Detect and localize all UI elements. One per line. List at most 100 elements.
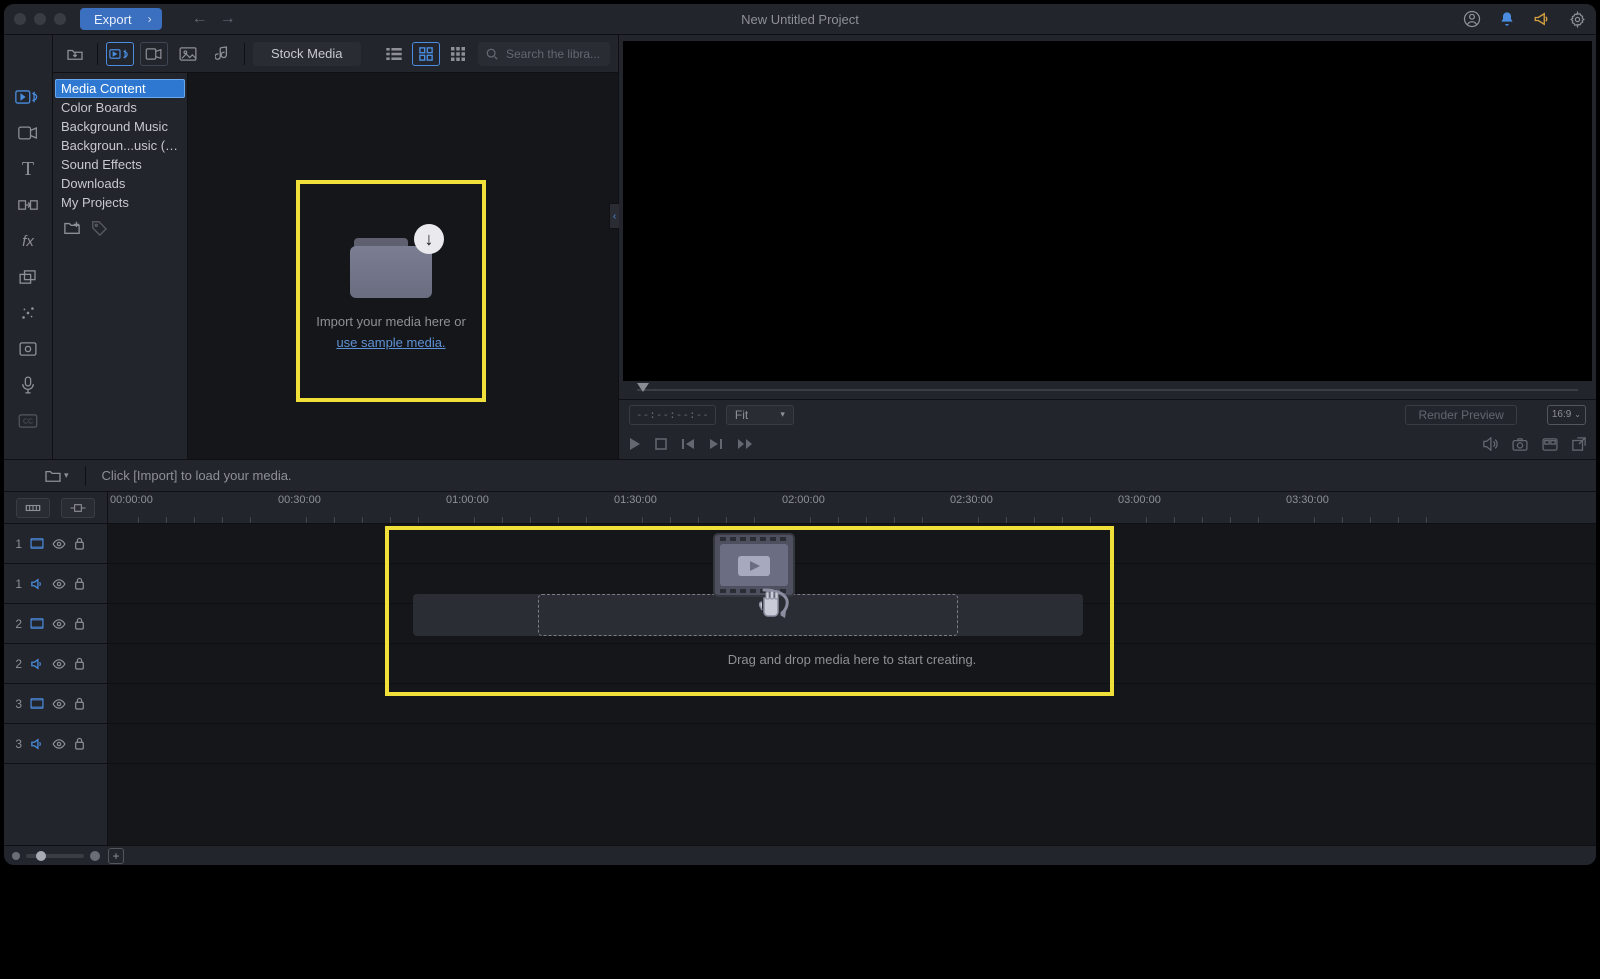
rail-media-icon[interactable]: [13, 85, 43, 109]
ruler-tick: 03:30:00: [1286, 494, 1329, 506]
export-label: Export: [94, 12, 132, 27]
eye-icon[interactable]: [52, 539, 66, 549]
timeline-canvas[interactable]: 00:00:0000:30:0001:00:0001:30:0002:00:00…: [108, 492, 1596, 845]
lock-icon[interactable]: [74, 657, 85, 670]
gallery-icon[interactable]: [1542, 438, 1558, 451]
rail-title-icon[interactable]: T: [13, 157, 43, 181]
library-toolbar: Stock Media: [53, 35, 618, 73]
stock-media-button[interactable]: Stock Media: [253, 42, 361, 66]
rail-cc-icon[interactable]: CC: [13, 409, 43, 433]
rail-fx-icon[interactable]: fx: [13, 229, 43, 253]
track-row[interactable]: [108, 684, 1596, 724]
volume-icon[interactable]: [1482, 437, 1498, 451]
search-input[interactable]: [504, 46, 602, 62]
play-icon[interactable]: [629, 437, 641, 451]
eye-icon[interactable]: [52, 579, 66, 589]
filter-video-icon[interactable]: [140, 42, 168, 66]
render-preview-button[interactable]: Render Preview: [1405, 405, 1516, 425]
film-drag-icon: [708, 532, 818, 622]
window-controls[interactable]: [14, 13, 66, 25]
track-header[interactable]: 2: [4, 604, 107, 644]
timecode-display[interactable]: --:--:--:--: [629, 405, 716, 425]
tree-item[interactable]: Background Music: [55, 117, 185, 136]
svg-text:CC: CC: [23, 419, 33, 426]
filter-audio-icon[interactable]: [208, 42, 236, 66]
track-mode-b-icon[interactable]: [61, 498, 95, 518]
tree-item[interactable]: Media Content: [55, 79, 185, 98]
tag-icon[interactable]: [91, 220, 107, 236]
track-header[interactable]: 1: [4, 524, 107, 564]
library-content[interactable]: ↓ Import your media here or use sample m…: [188, 73, 618, 459]
tree-item[interactable]: Sound Effects: [55, 155, 185, 174]
track-row[interactable]: [108, 724, 1596, 764]
project-folder-button[interactable]: ▾: [44, 469, 69, 483]
tree-item[interactable]: My Projects: [55, 193, 185, 212]
import-highlight: ↓ Import your media here or use sample m…: [296, 180, 486, 402]
lock-icon[interactable]: [74, 537, 85, 550]
fast-forward-icon[interactable]: [737, 438, 753, 450]
next-frame-icon[interactable]: [709, 438, 723, 450]
tree-item[interactable]: Color Boards: [55, 98, 185, 117]
zoom-dot[interactable]: [54, 13, 66, 25]
rail-mic-icon[interactable]: [13, 373, 43, 397]
tree-item[interactable]: Downloads: [55, 174, 185, 193]
stop-icon[interactable]: [655, 438, 667, 450]
project-title: New Untitled Project: [4, 12, 1596, 27]
forward-icon[interactable]: →: [220, 10, 236, 28]
view-grid-icon[interactable]: [412, 42, 440, 66]
time-ruler[interactable]: 00:00:0000:30:0001:00:0001:30:0002:00:00…: [108, 492, 1596, 524]
import-button[interactable]: [61, 42, 89, 66]
snapshot-icon[interactable]: [1512, 438, 1528, 451]
rail-particle-icon[interactable]: [13, 301, 43, 325]
track-header[interactable]: 3: [4, 724, 107, 764]
filter-av-icon[interactable]: [106, 42, 134, 66]
popout-icon[interactable]: [1572, 437, 1586, 451]
back-icon[interactable]: ←: [192, 10, 208, 28]
folder-import-icon[interactable]: ↓: [350, 232, 432, 298]
export-button[interactable]: Export ›: [80, 8, 162, 30]
lock-icon[interactable]: [74, 617, 85, 630]
user-icon[interactable]: [1463, 10, 1481, 28]
tree-item[interactable]: Backgroun...usic (Meta): [55, 136, 185, 155]
collapse-tree-handle[interactable]: ‹: [609, 203, 619, 229]
library-panel: Stock Media: [53, 35, 619, 459]
eye-icon[interactable]: [52, 659, 66, 669]
track-header[interactable]: 2: [4, 644, 107, 684]
rail-video-icon[interactable]: [13, 121, 43, 145]
close-dot[interactable]: [14, 13, 26, 25]
eye-icon[interactable]: [52, 739, 66, 749]
aspect-select[interactable]: 16:9 ⌄: [1547, 405, 1586, 425]
chevron-down-icon: ⌄: [1574, 410, 1581, 419]
eye-icon[interactable]: [52, 699, 66, 709]
rail-lut-icon[interactable]: [13, 337, 43, 361]
track-mode-a-icon[interactable]: [16, 498, 50, 518]
track-header[interactable]: 1: [4, 564, 107, 604]
library-search[interactable]: [478, 42, 610, 66]
rail-transition-icon[interactable]: [13, 193, 43, 217]
ruler-tick: 00:00:00: [110, 494, 153, 506]
scrub-bar[interactable]: [623, 381, 1592, 399]
sample-media-link[interactable]: use sample media.: [336, 335, 445, 350]
minimize-dot[interactable]: [34, 13, 46, 25]
playhead-icon[interactable]: [637, 383, 649, 392]
prev-frame-icon[interactable]: [681, 438, 695, 450]
zoom-fit-select[interactable]: Fit ▾: [726, 405, 794, 425]
eye-icon[interactable]: [52, 619, 66, 629]
library-tree: Media ContentColor BoardsBackground Musi…: [53, 73, 188, 459]
filter-image-icon[interactable]: [174, 42, 202, 66]
rail-overlay-icon[interactable]: [13, 265, 43, 289]
preview-canvas[interactable]: [623, 41, 1592, 381]
megaphone-icon[interactable]: [1533, 11, 1551, 27]
zoom-slider[interactable]: [12, 851, 100, 861]
lock-icon[interactable]: [74, 737, 85, 750]
track-header[interactable]: 3: [4, 684, 107, 724]
gear-icon[interactable]: [1569, 11, 1586, 28]
view-list-icon[interactable]: [380, 42, 408, 66]
track-row[interactable]: [108, 524, 1596, 564]
bell-icon[interactable]: [1499, 11, 1515, 27]
lock-icon[interactable]: [74, 697, 85, 710]
add-icon[interactable]: +: [108, 848, 124, 864]
lock-icon[interactable]: [74, 577, 85, 590]
new-folder-icon[interactable]: [63, 220, 81, 236]
view-tiles-icon[interactable]: [444, 42, 472, 66]
